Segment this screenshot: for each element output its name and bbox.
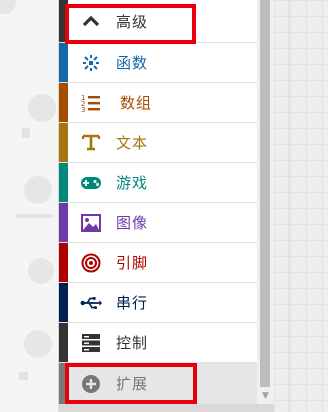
category-stripe — [59, 323, 68, 362]
text-icon — [80, 132, 102, 154]
category-text[interactable]: 文本 — [59, 123, 257, 163]
usb-icon — [80, 292, 102, 314]
category-stripe — [59, 283, 68, 322]
category-extensions[interactable]: 扩展 — [59, 363, 257, 404]
category-pins[interactable]: 引脚 — [59, 243, 257, 283]
scrollbar-thumb[interactable] — [260, 0, 270, 387]
workspace-grid — [274, 0, 328, 412]
panel-divider — [288, 0, 289, 412]
category-label: 引脚 — [116, 254, 149, 272]
category-advanced[interactable]: 高级 — [59, 0, 257, 43]
array-list-icon: 1 2 3 — [80, 92, 102, 114]
category-label: 数组 — [120, 94, 153, 112]
server-icon — [80, 332, 102, 354]
target-icon — [80, 252, 102, 274]
image-icon — [80, 212, 102, 234]
category-stripe — [59, 203, 68, 242]
scroll-down-arrow-icon[interactable]: ▼ — [258, 390, 273, 402]
category-stripe — [59, 0, 68, 42]
category-images[interactable]: 图像 — [59, 203, 257, 243]
svg-text:3: 3 — [81, 106, 85, 113]
category-stripe — [59, 363, 68, 404]
category-label: 文本 — [116, 134, 149, 152]
function-icon — [80, 52, 102, 74]
category-stripe — [59, 163, 68, 202]
category-label: 控制 — [116, 334, 149, 352]
chevron-up-icon — [80, 10, 102, 32]
category-label: 游戏 — [116, 174, 149, 192]
category-label: 函数 — [116, 54, 149, 72]
horizontal-scrollbar[interactable] — [58, 404, 274, 412]
category-stripe — [59, 83, 68, 122]
category-menu: 高级 函数 1 2 3 数组 文本 游戏 图像 引脚 串行 控制 扩展 — [58, 0, 257, 404]
category-game[interactable]: 游戏 — [59, 163, 257, 203]
category-serial[interactable]: 串行 — [59, 283, 257, 323]
category-stripe — [59, 43, 68, 82]
category-label: 扩展 — [116, 375, 149, 393]
category-label: 高级 — [116, 12, 149, 31]
category-arrays[interactable]: 1 2 3 数组 — [59, 83, 257, 123]
category-label: 串行 — [116, 294, 149, 312]
workspace-area — [0, 0, 58, 412]
category-control[interactable]: 控制 — [59, 323, 257, 363]
category-functions[interactable]: 函数 — [59, 43, 257, 83]
category-label: 图像 — [116, 214, 149, 232]
plus-circle-icon — [80, 373, 102, 395]
category-stripe — [59, 243, 68, 282]
gamepad-icon — [80, 172, 102, 194]
category-stripe — [59, 123, 68, 162]
